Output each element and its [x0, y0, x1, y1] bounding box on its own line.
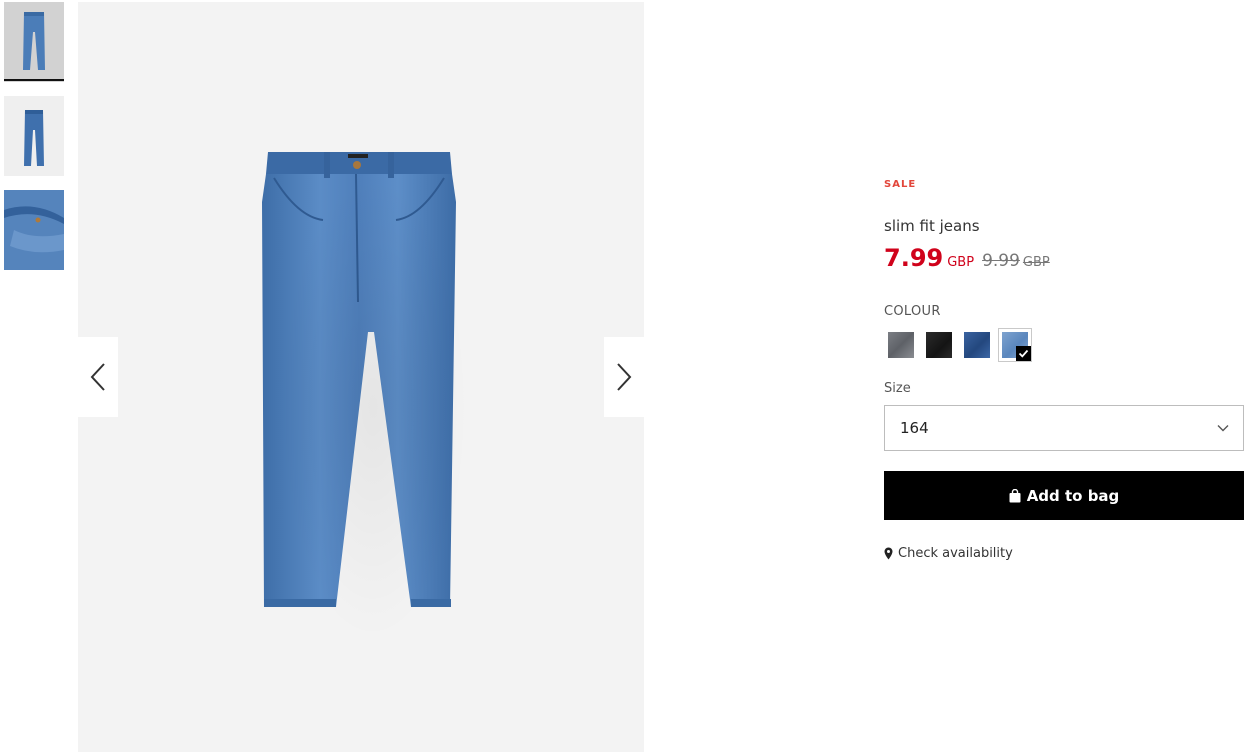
- price-row: 7.99 GBP 9.99 GBP: [884, 244, 1050, 272]
- main-product-image: [78, 2, 644, 752]
- colour-label: COLOUR: [884, 304, 941, 319]
- size-value: 164: [900, 419, 929, 437]
- next-image-button[interactable]: [604, 337, 644, 417]
- chevron-left-icon: [90, 363, 105, 391]
- current-price-currency: GBP: [947, 255, 975, 270]
- grey-swatch[interactable]: [888, 332, 914, 358]
- chevron-right-icon: [617, 363, 632, 391]
- original-price: 9.99: [982, 251, 1020, 271]
- black-swatch[interactable]: [926, 332, 952, 358]
- checkmark-icon: [1016, 346, 1031, 361]
- thumbnail-front[interactable]: [4, 2, 64, 82]
- original-price-currency: GBP: [1022, 255, 1050, 270]
- add-to-bag-label: Add to bag: [1026, 486, 1120, 505]
- size-label: Size: [884, 381, 911, 396]
- thumbnail-detail[interactable]: [4, 190, 64, 270]
- check-availability-link[interactable]: Check availability: [884, 546, 1013, 561]
- location-pin-icon: [884, 547, 893, 560]
- check-availability-label: Check availability: [898, 546, 1013, 561]
- shopping-bag-icon: [1009, 488, 1021, 502]
- size-select[interactable]: 164: [884, 405, 1244, 451]
- add-to-bag-button[interactable]: Add to bag: [884, 471, 1244, 520]
- selected-thumbnail-indicator: [4, 79, 64, 81]
- thumbnail-back[interactable]: [4, 96, 64, 176]
- chevron-down-icon: [1217, 425, 1229, 432]
- dark-blue-swatch[interactable]: [964, 332, 990, 358]
- current-price: 7.99: [884, 244, 944, 272]
- sale-badge: SALE: [884, 179, 917, 190]
- product-title: slim fit jeans: [884, 217, 980, 235]
- image-shadow: [278, 172, 468, 642]
- previous-image-button[interactable]: [78, 337, 118, 417]
